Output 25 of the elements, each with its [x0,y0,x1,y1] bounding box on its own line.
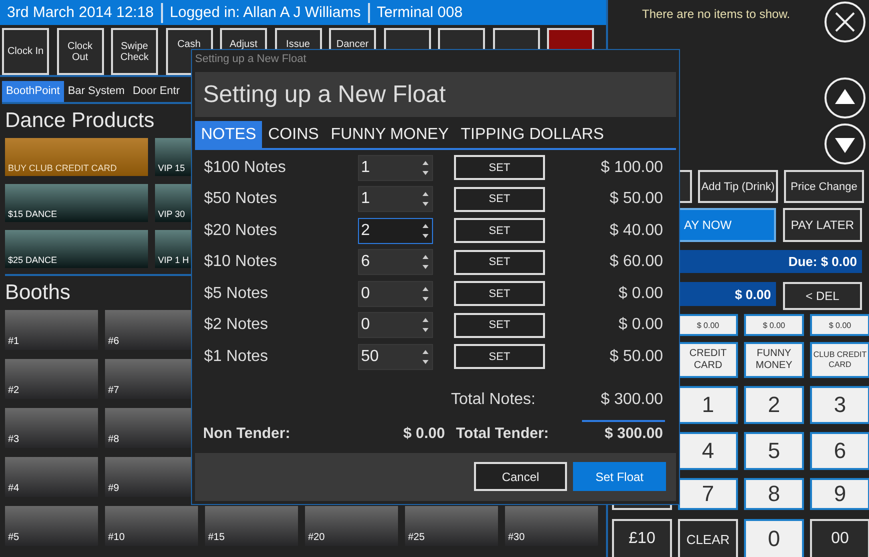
denomination-label: $20 Notes [204,222,278,240]
empty-message: There are no items to show. [642,7,790,21]
logged-in-user: Logged in: Allan A J Williams [162,2,370,22]
amount-value: $ 50.00 [608,348,663,366]
denomination-label: $2 Notes [204,316,270,334]
non-tender-value: $ 0.00 [402,425,445,442]
denomination-label: $1 Notes [204,348,270,366]
amount-value: $ 0.00 [618,316,663,334]
amount-value: $ 0.00 [618,284,663,303]
total-tender-value: $ 300.00 [604,425,663,442]
total-value: $ 300.00 [600,390,663,408]
amount-value: $ 50.00 [608,190,663,208]
total-tender-label: Total Tender: [456,425,549,442]
denomination-label: $100 Notes [204,158,287,177]
denomination-label: $5 Notes [204,284,270,303]
dialog-heading: Setting up a New Float [202,80,446,108]
non-tender-label: Non Tender: [203,425,292,442]
amount-value: $ 100.00 [600,158,663,177]
denomination-label: $10 Notes [204,253,278,272]
terminal-name: Terminal 008 [376,2,464,22]
section-heading: Dance Products [5,109,154,133]
section-heading: Booths [5,281,70,305]
denomination-label: $50 Notes [204,190,278,208]
date-time: 3rd March 2014 12:18 [0,2,163,22]
total-label: Total Notes: [451,390,536,408]
